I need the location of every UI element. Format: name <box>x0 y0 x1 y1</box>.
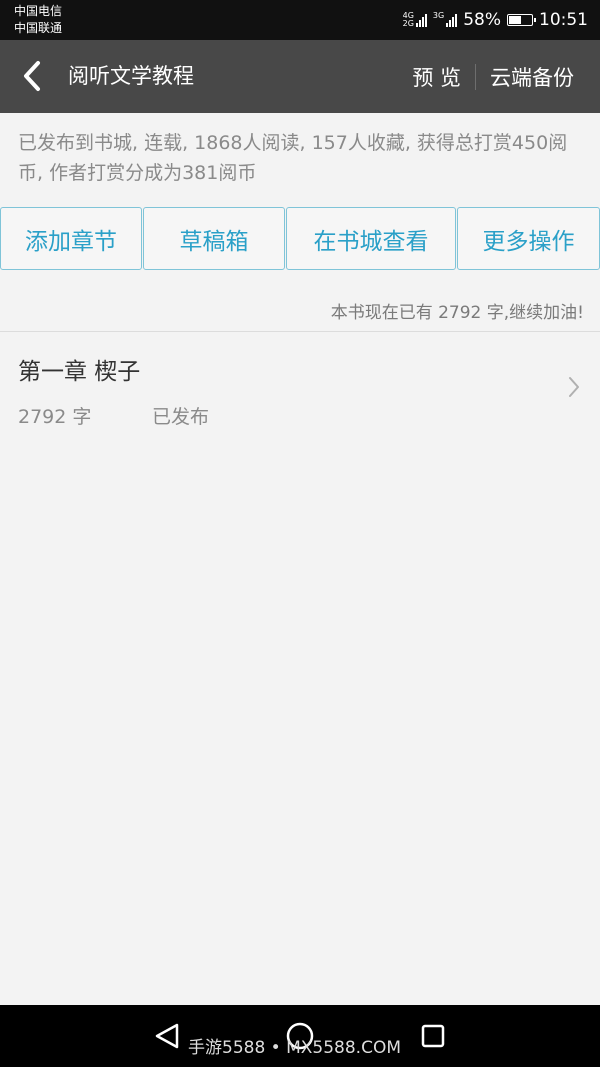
add-chapter-button[interactable]: 添加章节 <box>0 207 142 270</box>
word-count-note: 本书现在已有 2792 字,继续加油! <box>330 303 584 323</box>
network-type-1-bottom: 2G <box>402 19 414 28</box>
page-title: 阅听文学教程 <box>68 64 194 88</box>
status-bar: 中国电信 中国联通 4G 2G 3G 58% 10:51 <box>0 0 600 40</box>
signal-bars-icon <box>415 13 427 27</box>
network-type-1: 4G 2G <box>403 12 414 28</box>
triangle-back-icon <box>155 1023 179 1049</box>
signal-group-2: 3G <box>433 12 458 28</box>
signal-bars-icon <box>446 13 458 27</box>
carrier-2-label: 中国联通 <box>14 21 63 35</box>
chevron-right-icon <box>569 377 579 397</box>
drafts-button[interactable]: 草稿箱 <box>143 207 285 270</box>
header-actions: 预 览 云端备份 <box>398 40 588 113</box>
preview-button[interactable]: 预 览 <box>398 62 475 92</box>
signal-group-1: 4G 2G <box>403 12 427 28</box>
chapter-list-item[interactable]: 第一章 楔子 2792 字 已发布 <box>0 332 600 442</box>
view-in-store-button[interactable]: 在书城查看 <box>286 207 456 270</box>
chapter-word-count: 2792 字 <box>18 406 92 428</box>
nav-recent-button[interactable] <box>417 1020 449 1052</box>
chapter-status: 已发布 <box>152 406 210 428</box>
network-type-2: 3G <box>433 12 444 28</box>
battery-icon <box>507 14 536 26</box>
status-indicators: 4G 2G 3G 58% 10:51 <box>403 0 588 40</box>
clock: 10:51 <box>539 10 588 30</box>
battery-fill <box>509 16 521 24</box>
square-recent-icon <box>421 1024 445 1048</box>
more-actions-button[interactable]: 更多操作 <box>457 207 600 270</box>
cloud-backup-button[interactable]: 云端备份 <box>476 62 588 92</box>
watermark: 手游5588 • MX5588.COM <box>188 1038 401 1058</box>
back-button[interactable] <box>14 58 50 94</box>
nav-back-button[interactable] <box>151 1020 183 1052</box>
app-header: 阅听文学教程 预 览 云端备份 <box>0 40 600 113</box>
carrier-1-label: 中国电信 <box>14 4 63 18</box>
chevron-left-icon <box>24 61 40 91</box>
action-buttons: 添加章节 草稿箱 在书城查看 更多操作 <box>0 207 600 270</box>
battery-percent: 58% <box>463 10 501 30</box>
book-info-text: 已发布到书城, 连载, 1868人阅读, 157人收藏, 获得总打赏450阅币,… <box>18 132 568 184</box>
chapter-title: 第一章 楔子 <box>18 359 141 385</box>
